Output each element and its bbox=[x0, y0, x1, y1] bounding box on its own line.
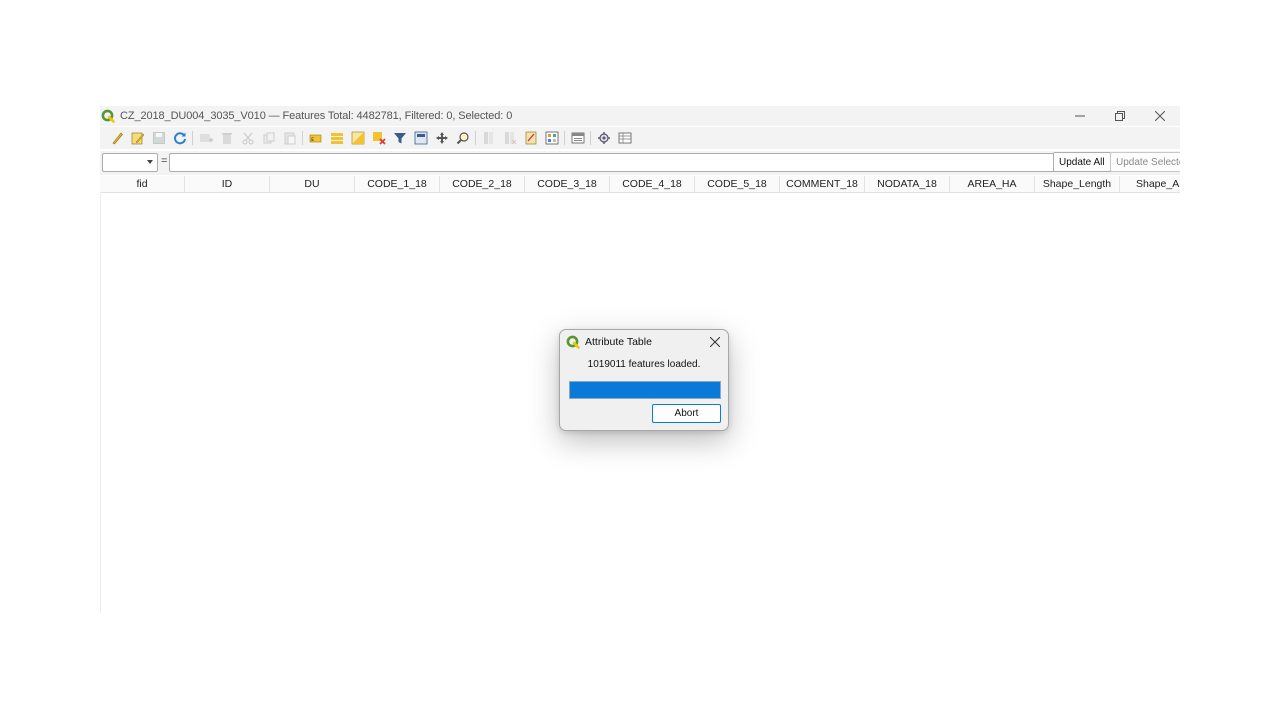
reload-icon bbox=[173, 132, 186, 145]
table-header: fid ID DU CODE_1_18 CODE_2_18 CODE_3_18 CODE_4… bbox=[100, 176, 1180, 193]
toolbar-separator bbox=[475, 131, 476, 145]
window-title: CZ_2018_DU004_3035_V010 — Features Total… bbox=[120, 110, 513, 122]
field-calculator-button[interactable] bbox=[520, 128, 541, 148]
actions-icon bbox=[597, 132, 610, 144]
delete-field-icon bbox=[504, 132, 516, 145]
close-button[interactable] bbox=[1140, 106, 1180, 126]
svg-text:ε: ε bbox=[311, 136, 314, 143]
update-all-button[interactable]: Update All bbox=[1053, 152, 1111, 172]
new-field-icon bbox=[483, 132, 493, 144]
move-selection-top-button[interactable] bbox=[410, 128, 431, 148]
save-edits-button[interactable] bbox=[148, 128, 169, 148]
column-header[interactable]: CODE_1_18 bbox=[355, 176, 440, 193]
progress-fill bbox=[570, 382, 720, 398]
dialog-close-button[interactable] bbox=[708, 335, 722, 349]
cut-button[interactable] bbox=[237, 128, 258, 148]
delete-field-button[interactable] bbox=[499, 128, 520, 148]
pencil-icon bbox=[112, 132, 123, 145]
move-top-icon bbox=[414, 131, 427, 145]
table-view-icon bbox=[618, 132, 631, 144]
column-header[interactable]: CODE_3_18 bbox=[525, 176, 610, 193]
minimize-icon bbox=[1075, 115, 1085, 117]
copy-button[interactable] bbox=[258, 128, 279, 148]
pan-icon bbox=[435, 132, 448, 144]
copy-icon bbox=[263, 132, 274, 144]
column-header[interactable]: CODE_2_18 bbox=[440, 176, 525, 193]
zoom-icon bbox=[456, 132, 469, 145]
paste-icon bbox=[284, 132, 295, 145]
actions-button[interactable] bbox=[593, 128, 614, 148]
paste-button[interactable] bbox=[279, 128, 300, 148]
add-feature-icon bbox=[199, 134, 213, 142]
assign-symbol: = bbox=[161, 155, 168, 167]
update-selected-button[interactable]: Update Selected bbox=[1110, 152, 1180, 172]
title-bar: CZ_2018_DU004_3035_V010 — Features Total… bbox=[100, 106, 1180, 126]
loading-progress-bar bbox=[569, 381, 721, 399]
filter-icon bbox=[393, 133, 406, 144]
delete-icon bbox=[221, 133, 232, 144]
qgis-logo-icon bbox=[566, 335, 580, 349]
close-icon bbox=[710, 337, 720, 347]
conditional-formatting-button[interactable] bbox=[541, 128, 562, 148]
deselect-all-button[interactable] bbox=[368, 128, 389, 148]
toolbar-separator bbox=[302, 131, 303, 145]
column-header[interactable]: AREA_HA bbox=[950, 176, 1035, 193]
field-select[interactable] bbox=[102, 153, 158, 172]
reload-table-button[interactable] bbox=[169, 128, 190, 148]
conditional-format-icon bbox=[545, 131, 558, 145]
dialog-message: 1019011 features loaded. bbox=[587, 359, 701, 370]
dialog-title: Attribute Table bbox=[585, 336, 652, 348]
column-header[interactable]: DU bbox=[270, 176, 355, 193]
select-by-expression-button[interactable]: ε bbox=[305, 128, 326, 148]
minimize-button[interactable] bbox=[1060, 106, 1100, 126]
restore-icon bbox=[1115, 111, 1125, 121]
field-calculator-bar: = ε Update All Update Selected bbox=[100, 151, 1180, 175]
column-header[interactable]: CODE_5_18 bbox=[695, 176, 780, 193]
pan-to-selected-button[interactable] bbox=[431, 128, 452, 148]
toolbar-separator bbox=[564, 131, 565, 145]
expression-select-icon: ε bbox=[309, 134, 321, 143]
invert-selection-button[interactable] bbox=[347, 128, 368, 148]
column-header[interactable]: fid bbox=[100, 176, 185, 193]
invert-selection-icon bbox=[351, 131, 364, 145]
delete-selected-button[interactable] bbox=[216, 128, 237, 148]
save-icon bbox=[152, 132, 165, 144]
expression-input[interactable] bbox=[169, 153, 1107, 172]
qgis-logo-icon bbox=[101, 109, 115, 123]
filter-select-button[interactable] bbox=[389, 128, 410, 148]
attribute-toolbar: ε bbox=[100, 127, 1180, 149]
dock-icon bbox=[571, 132, 584, 144]
column-header[interactable]: CODE_4_18 bbox=[610, 176, 695, 193]
column-header[interactable]: Shape_Length bbox=[1035, 176, 1120, 193]
add-feature-button[interactable] bbox=[195, 128, 216, 148]
dock-table-button[interactable] bbox=[567, 128, 588, 148]
toggle-editing-button[interactable] bbox=[106, 128, 127, 148]
window-controls bbox=[1060, 106, 1180, 126]
field-calculator-icon bbox=[525, 131, 536, 145]
multi-edit-icon bbox=[131, 132, 144, 145]
column-header[interactable]: NODATA_18 bbox=[865, 176, 950, 193]
restore-button[interactable] bbox=[1100, 106, 1140, 126]
toolbar-separator bbox=[192, 131, 193, 145]
toggle-multi-edit-button[interactable] bbox=[127, 128, 148, 148]
close-icon bbox=[1155, 111, 1165, 121]
column-header[interactable]: ID bbox=[185, 176, 270, 193]
dialog-title-bar: Attribute Table bbox=[560, 330, 728, 354]
chevron-down-icon bbox=[147, 160, 153, 164]
deselect-icon bbox=[372, 132, 386, 145]
cut-icon bbox=[242, 132, 253, 145]
column-header[interactable]: COMMENT_18 bbox=[780, 176, 865, 193]
new-field-button[interactable] bbox=[478, 128, 499, 148]
toolbar-separator bbox=[590, 131, 591, 145]
loading-dialog: Attribute Table 1019011 features loaded.… bbox=[559, 329, 729, 431]
abort-button[interactable]: Abort bbox=[652, 404, 721, 423]
zoom-to-selected-button[interactable] bbox=[452, 128, 473, 148]
column-header[interactable]: Shape_Area bbox=[1120, 176, 1180, 193]
table-view-button[interactable] bbox=[614, 128, 635, 148]
select-all-button[interactable] bbox=[326, 128, 347, 148]
select-all-icon bbox=[330, 133, 343, 144]
